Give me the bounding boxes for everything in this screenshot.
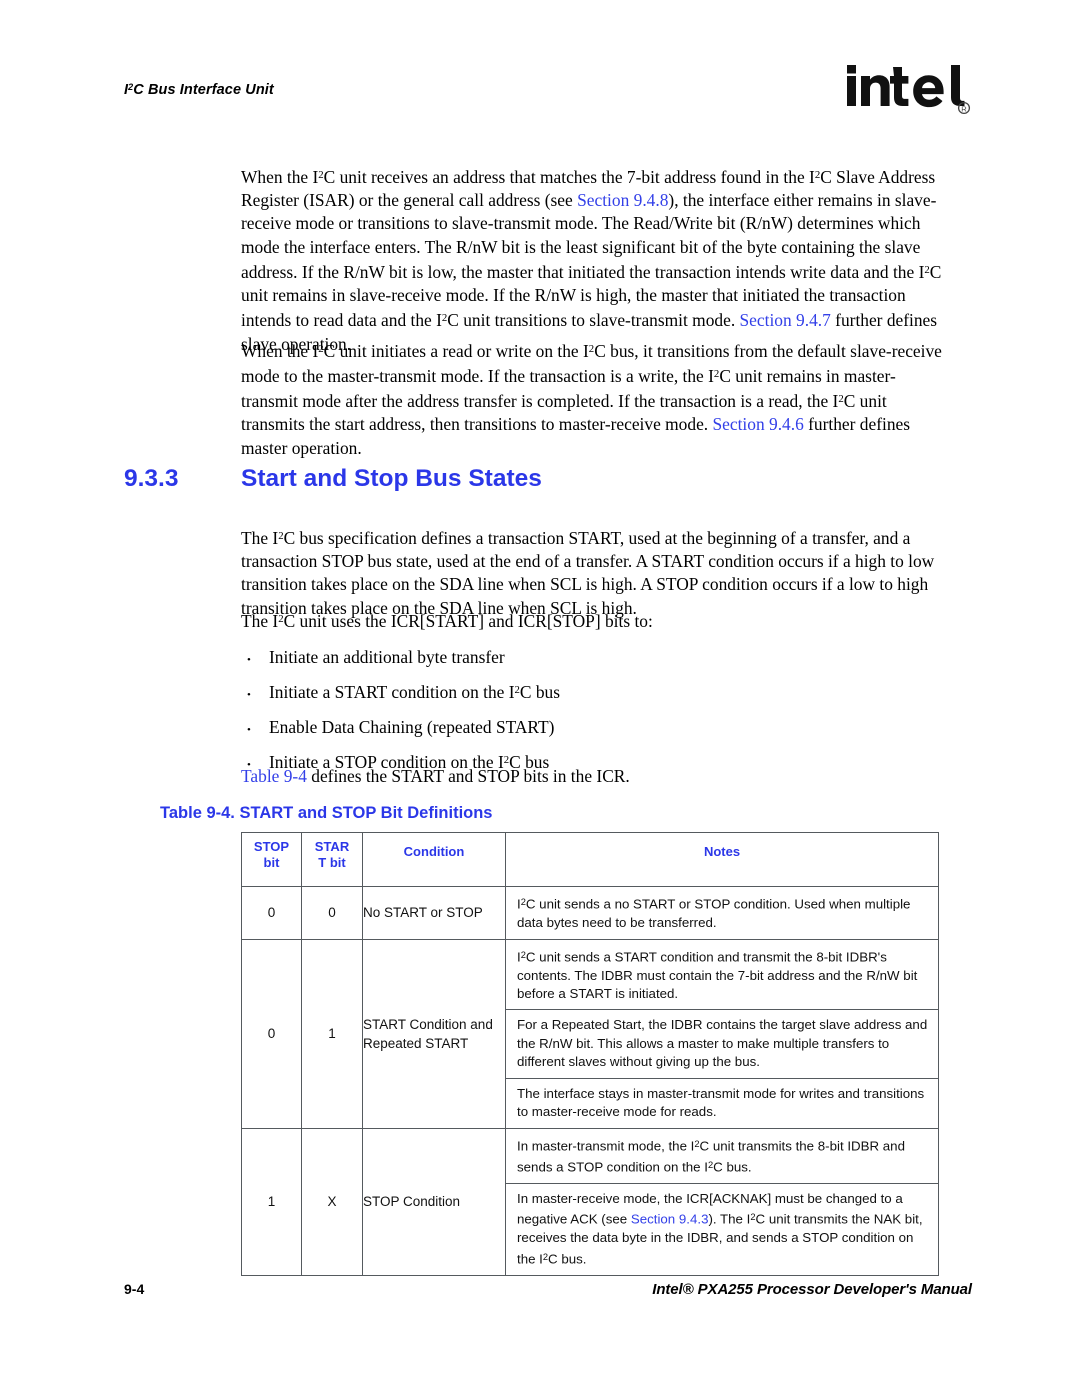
paragraph-icr-bits-intro: The I2C unit uses the ICR[START] and ICR… bbox=[241, 608, 953, 633]
text-run: The I bbox=[241, 527, 279, 548]
text-run: In master-transmit mode, the I bbox=[517, 1138, 695, 1154]
list-item-label: Initiate a START condition on the I2C bu… bbox=[269, 675, 560, 707]
text-run: The I bbox=[241, 610, 279, 631]
running-header: I2C Bus Interface Unit bbox=[124, 82, 274, 98]
cell-condition: START Condition and Repeated START bbox=[362, 938, 506, 1129]
cell-start-bit: 1 bbox=[301, 938, 363, 1129]
note-paragraph: In master-receive mode, the ICR[ACKNAK] … bbox=[506, 1184, 938, 1275]
table-row: 0 1 START Condition and Repeated START I… bbox=[241, 938, 939, 1129]
note-paragraph: The interface stays in master-transmit m… bbox=[517, 1085, 925, 1120]
link-section-9-4-3[interactable]: Section 9.4.3 bbox=[631, 1212, 709, 1227]
paragraph-start-stop-definition: The I2C bus specification defines a tran… bbox=[241, 525, 953, 620]
text-run: defines the START and STOP bits in the I… bbox=[306, 766, 630, 786]
text-run: C unit sends a START condition and trans… bbox=[517, 949, 918, 1002]
bullet-icon: • bbox=[247, 653, 251, 666]
bullet-icon: • bbox=[247, 723, 251, 736]
paragraph-slave-mode: When the I2C unit receives an address th… bbox=[241, 164, 951, 356]
column-header-condition: Condition bbox=[362, 832, 506, 887]
svg-text:R: R bbox=[961, 104, 967, 113]
cell-start-bit: X bbox=[301, 1127, 363, 1276]
text-run: ). The I bbox=[708, 1211, 751, 1227]
text-run: C bus. bbox=[713, 1159, 752, 1175]
cell-condition: No START or STOP bbox=[362, 886, 506, 940]
text-run: C unit receives an address that matches … bbox=[323, 166, 815, 187]
text-run: C unit initiates a read or write on the … bbox=[323, 340, 589, 361]
bullet-list: • Initiate an additional byte transfer •… bbox=[241, 640, 941, 780]
text-run: Initiate an additional byte transfer bbox=[269, 646, 505, 667]
footer-page-number: 9-4 bbox=[124, 1281, 145, 1297]
section-heading: 9.3.3 Start and Stop Bus States bbox=[124, 465, 944, 493]
text-run: C bus. bbox=[548, 1251, 587, 1267]
text-run: C bus specification defines a transactio… bbox=[241, 527, 935, 618]
cell-notes: In master-transmit mode, the I2C unit tr… bbox=[505, 1127, 939, 1276]
paragraph-master-mode: When the I2C unit initiates a read or wr… bbox=[241, 338, 951, 460]
text-run: C unit transitions to slave-transmit mod… bbox=[447, 310, 740, 331]
table-row: 1 X STOP Condition In master-transmit mo… bbox=[241, 1127, 939, 1276]
text-run: C bus bbox=[519, 681, 560, 702]
column-header-notes: Notes bbox=[505, 832, 939, 887]
cell-notes: I2C unit sends a START condition and tra… bbox=[505, 938, 939, 1129]
link-section-9-4-8[interactable]: Section 9.4.8 bbox=[577, 190, 668, 210]
column-header-start-bit-line2: T bit bbox=[318, 855, 346, 870]
table-9-4-wrapper: STOP bit STAR T bit Condition Notes 0 0 bbox=[241, 832, 939, 1276]
table-caption: Table 9-4. START and STOP Bit Definition… bbox=[160, 804, 493, 822]
document-page: I2C Bus Interface Unit R When the I2C un… bbox=[0, 0, 1080, 1397]
list-item: • Initiate a START condition on the I2C … bbox=[241, 675, 941, 710]
note-paragraph: I2C unit sends a START condition and tra… bbox=[506, 940, 938, 1011]
note-paragraph: In master-transmit mode, the I2C unit tr… bbox=[506, 1129, 938, 1184]
text-run: C unit sends a no START or STOP conditio… bbox=[517, 896, 911, 931]
cell-stop-bit: 0 bbox=[241, 886, 302, 940]
link-table-9-4[interactable]: Table 9-4 bbox=[241, 766, 307, 786]
link-section-9-4-6[interactable]: Section 9.4.6 bbox=[712, 414, 803, 434]
section-number: 9.3.3 bbox=[124, 465, 179, 492]
column-header-stop-bit-line2: bit bbox=[263, 855, 280, 870]
paragraph-table-lead-in: Table 9-4 defines the START and STOP bit… bbox=[241, 765, 953, 788]
list-item-label: Initiate an additional byte transfer bbox=[269, 640, 505, 672]
cell-start-bit: 0 bbox=[301, 886, 363, 940]
column-header-stop-bit-line1: STOP bbox=[253, 839, 290, 854]
link-section-9-4-7[interactable]: Section 9.4.7 bbox=[740, 310, 831, 330]
list-item-label: Enable Data Chaining (repeated START) bbox=[269, 710, 554, 742]
section-title: Start and Stop Bus States bbox=[241, 465, 542, 492]
note-paragraph: For a Repeated Start, the IDBR contains … bbox=[506, 1010, 938, 1079]
table-row: 0 0 No START or STOP I2C unit sends a no… bbox=[241, 886, 939, 940]
intel-logo: R bbox=[844, 62, 972, 120]
cell-stop-bit: 1 bbox=[241, 1127, 302, 1276]
list-item: • Initiate an additional byte transfer bbox=[241, 640, 941, 675]
column-header-start-bit: STAR T bit bbox=[301, 832, 363, 887]
bullet-icon: • bbox=[247, 688, 251, 701]
running-header-text-rest: C Bus Interface Unit bbox=[133, 82, 274, 98]
text-run: C unit uses the ICR[START] and ICR[STOP]… bbox=[283, 610, 653, 631]
text-run: When the I bbox=[241, 166, 319, 187]
footer-manual-title: Intel® PXA255 Processor Developer's Manu… bbox=[652, 1281, 972, 1298]
table-9-4: STOP bit STAR T bit Condition Notes 0 0 bbox=[241, 832, 939, 1276]
table-header-row: STOP bit STAR T bit Condition Notes bbox=[241, 832, 939, 887]
note-paragraph: I2C unit sends a no START or STOP condit… bbox=[506, 887, 938, 939]
column-header-stop-bit: STOP bit bbox=[241, 832, 302, 887]
text-run: Enable Data Chaining (repeated START) bbox=[269, 716, 555, 737]
cell-notes: I2C unit sends a no START or STOP condit… bbox=[505, 886, 939, 940]
cell-stop-bit: 0 bbox=[241, 938, 302, 1129]
text-run: When the I bbox=[241, 340, 319, 361]
column-header-start-bit-line1: STAR bbox=[314, 839, 350, 854]
cell-condition: STOP Condition bbox=[362, 1127, 506, 1276]
text-run: Initiate a START condition on the I bbox=[269, 681, 515, 702]
list-item: • Enable Data Chaining (repeated START) bbox=[241, 710, 941, 745]
